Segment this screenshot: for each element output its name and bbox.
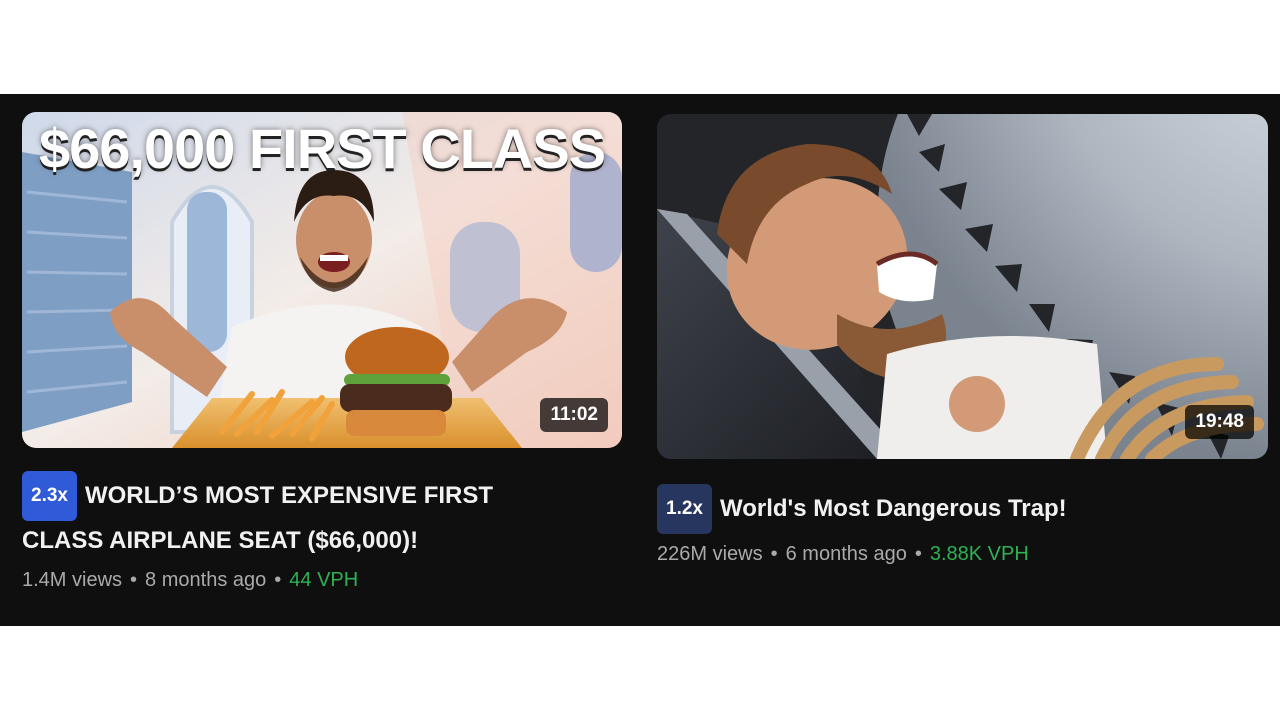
video-title-text[interactable]: WORLD’S MOST EXPENSIVE FIRST [85, 482, 493, 509]
thumbnail-image [657, 114, 1268, 459]
video-title-text[interactable]: World's Most Dangerous Trap! [720, 495, 1067, 522]
outlier-score-badge: 2.3x [22, 471, 77, 521]
views-per-hour: 3.88K VPH [929, 543, 1029, 565]
video-thumbnail-first-class[interactable]: $66,000 FIRST CLASS 11:02 [22, 112, 622, 448]
video-title-line-2[interactable]: CLASS AIRPLANE SEAT ($66,000)! [22, 521, 612, 561]
meta-separator: • [914, 543, 922, 565]
meta-separator: • [274, 569, 282, 591]
video-title-line-1[interactable]: 2.3x WORLD’S MOST EXPENSIVE FIRST [22, 471, 612, 521]
meta-separator: • [770, 543, 778, 565]
upload-age: 8 months ago [145, 569, 267, 591]
video-title[interactable]: 2.3x WORLD’S MOST EXPENSIVE FIRST CLASS A… [22, 471, 612, 561]
upload-age: 6 months ago [785, 543, 907, 565]
meta-separator: • [130, 569, 138, 591]
outlier-score-badge: 1.2x [657, 484, 712, 534]
video-title-line-1[interactable]: 1.2x World's Most Dangerous Trap! [657, 484, 1257, 534]
view-count: 226M views [657, 543, 763, 565]
video-duration: 11:02 [540, 398, 608, 432]
views-per-hour: 44 VPH [289, 569, 359, 591]
thumbnail-caption: $66,000 FIRST CLASS [38, 117, 606, 180]
video-meta: 1.4M views • 8 months ago • 44 VPH [22, 569, 358, 592]
view-count: 1.4M views [22, 569, 123, 591]
video-title[interactable]: 1.2x World's Most Dangerous Trap! [657, 484, 1257, 534]
video-meta: 226M views • 6 months ago • 3.88K VPH [657, 543, 1029, 566]
video-duration: 19:48 [1185, 405, 1254, 439]
video-thumbnail-dangerous-trap[interactable]: 19:48 [657, 114, 1268, 459]
